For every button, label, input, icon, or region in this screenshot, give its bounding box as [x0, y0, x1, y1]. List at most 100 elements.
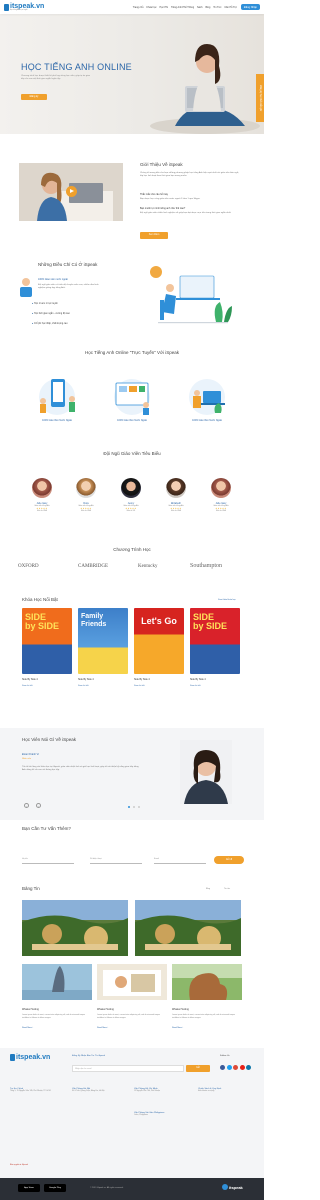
footer-bottom-logo: itspeak [222, 1184, 243, 1190]
online-class-illustration [150, 266, 232, 324]
menu-item[interactable]: Blog [206, 6, 211, 9]
made-by-text: Bản quyền ♥ iSpeak [10, 1164, 28, 1166]
intro-title: Giới Thiệu Về iSpeak [140, 162, 183, 167]
course-detail-link[interactable]: Xem chi tiết [134, 685, 144, 687]
hero-woman-laptop-image [150, 44, 260, 134]
phone-input[interactable]: Số điện thoại [90, 858, 142, 864]
course-book-cover[interactable]: SIDE by SIDE [22, 608, 72, 674]
read-more-link[interactable]: Read More › [22, 1027, 33, 1029]
courses-more-link[interactable]: Xem thêm khóa học [218, 599, 236, 601]
blog-post-title[interactable]: Whales Hunting [97, 1008, 114, 1011]
brand-tagline: Học tiếng Anh trực tuyến [10, 10, 28, 11]
footer-col: Văn Phòng Hồ Chí Minh 15 Nguyễn Văn Trỗi… [134, 1088, 180, 1093]
news-tab-news[interactable]: Tin tức [224, 888, 230, 890]
kentucky-logo: Kentucky [138, 564, 158, 569]
intro-more-button[interactable]: Xem thêm [140, 232, 168, 239]
news-featured-image[interactable] [22, 900, 128, 956]
course-book-cover[interactable]: Family Friends [78, 608, 128, 674]
footer-col: Văn Phòng Hà Nội Số 9 Trần Quang Diệu, Đ… [72, 1088, 118, 1093]
course-book-cover[interactable]: Let's Go [134, 608, 184, 674]
blog-post-image[interactable] [22, 964, 92, 1000]
teacher-card[interactable]: Julie Gary Giáo viên tiếng Anh ★★★★★ Đến… [26, 478, 58, 512]
teacher-card[interactable]: Julie Gary Giáo viên tiếng Anh ★★★★★ Đến… [205, 478, 237, 512]
menu-item[interactable]: Tin Tức [213, 6, 221, 9]
next-arrow-icon[interactable]: › [36, 803, 41, 808]
copyright-text: © 2019 iSpeak.vn. All rights reserved. [90, 1187, 124, 1189]
menu-item[interactable]: Học Phí [160, 6, 169, 9]
blog-post-title[interactable]: Whales Hunting [22, 1008, 39, 1011]
play-icon[interactable] [66, 186, 77, 197]
prev-arrow-icon[interactable]: ‹ [24, 803, 29, 808]
teacher-country: Đến từ USA [171, 510, 181, 512]
verified-badge-icon [222, 1184, 228, 1190]
subscribe-email-input[interactable]: Nhập địa chỉ email [72, 1065, 184, 1072]
course-detail-link[interactable]: Xem chi tiết [78, 685, 88, 687]
menu-item[interactable]: Cần Hỗ Trợ [224, 6, 236, 9]
carousel-dot[interactable] [128, 806, 130, 808]
name-input[interactable]: Họ tên [22, 858, 74, 864]
programs-title: Chương Trình Học [113, 547, 151, 552]
course-name[interactable]: Side By Side 4 [134, 678, 150, 681]
news-title: Bảng Tin [22, 886, 40, 891]
teacher-country: Đến từ USA [37, 510, 47, 512]
cambridge-logo: CAMBRIDGE [78, 564, 109, 569]
feature-item: 100% Giáo viên nước ngoài [38, 278, 68, 281]
hero-text: Chương trình học được thiết kế phù hợp t… [21, 75, 91, 80]
email-input[interactable]: Email [154, 858, 206, 864]
course-detail-link[interactable]: Xem chi tiết [190, 685, 200, 687]
video-call-illustration [114, 379, 150, 415]
menu-item[interactable]: Khóa học [146, 6, 156, 9]
blog-post-image[interactable] [172, 964, 242, 1000]
footer-col-text: Tầng 5, 15 Nguyễn Văn Trỗi, Phú Nhuận, T… [10, 1090, 51, 1092]
read-more-link[interactable]: Read More › [172, 1027, 183, 1029]
linkedin-icon[interactable] [246, 1065, 251, 1070]
teacher-country: Đến từ USA [81, 510, 91, 512]
blog-post-title[interactable]: Whales Hunting [172, 1008, 189, 1011]
read-more-link[interactable]: Read More › [97, 1027, 108, 1029]
mobile-learning-illustration [39, 379, 75, 415]
online-card-label: 100% Giáo Viên Nước Ngoài [117, 420, 147, 422]
brand-suffix: .vn [40, 1054, 51, 1061]
teacher-card[interactable]: Elizabeth Giáo viên tiếng Anh ★★★★★ Đến … [160, 478, 192, 512]
free-trial-side-tab[interactable]: Đăng ký học thử miễn phí [256, 74, 264, 122]
app-store-badge[interactable]: App Store [18, 1184, 40, 1192]
brand-logo[interactable]: itspeak.vn Học tiếng Anh trực tuyến [4, 3, 44, 11]
news-featured-image[interactable] [135, 900, 241, 956]
footer-logo[interactable]: itspeak.vn [10, 1054, 50, 1061]
footer-col-text: Cebu, Philippines [134, 1114, 148, 1116]
teacher-avatar [121, 478, 141, 498]
course-detail-link[interactable]: Xem chi tiết [22, 685, 32, 687]
twitter-icon[interactable] [226, 1065, 232, 1070]
online-card-label: 100% Giáo Viên Nước Ngoài [42, 420, 72, 422]
login-button[interactable]: Đăng Nhập [240, 4, 260, 10]
testimonial-quote: Tôi rất hài lòng với khóa học tại iSpeak… [22, 766, 139, 771]
teacher-card[interactable]: Dora Giáo viên tiếng Anh ★★★★★ Đến từ US… [70, 478, 102, 512]
teacher-card[interactable]: Jenny Giáo viên tiếng Anh ★★★★★ Đến từ U… [115, 478, 147, 512]
consult-submit-button[interactable]: Gửi đi [214, 856, 244, 864]
course-book-cover[interactable]: SIDE by SIDE [190, 608, 240, 674]
youtube-icon[interactable] [239, 1065, 245, 1070]
hero-register-button[interactable]: Đăng ký [21, 94, 47, 100]
logo-icon [10, 1054, 15, 1061]
course-name[interactable]: Side By Side 4 [78, 678, 94, 681]
blog-post-excerpt: Lorem ipsum dolor sit amet, consectetur … [22, 1014, 86, 1019]
menu-item[interactable]: Sách [197, 6, 202, 9]
course-name[interactable]: Side By Side 4 [22, 678, 38, 681]
carousel-dot[interactable] [138, 806, 140, 808]
facebook-icon[interactable] [220, 1065, 225, 1070]
google-play-badge[interactable]: Google Play [44, 1184, 66, 1192]
courses-title: Khóa Học Nổi Bật [22, 597, 58, 602]
course-name[interactable]: Side By Side 4 [190, 678, 206, 681]
intro-video[interactable] [19, 163, 123, 221]
teacher-country: Đến từ UK [126, 510, 136, 512]
google-plus-icon[interactable] [233, 1065, 238, 1070]
footer-col-text[interactable]: Điều khoản sử dụng [198, 1090, 254, 1093]
subscribe-button[interactable]: Gửi [186, 1065, 210, 1072]
blog-post-image[interactable] [97, 964, 167, 1000]
teacher-country: Đến từ USA [216, 510, 226, 512]
menu-item[interactable]: Trang chủ [133, 6, 144, 9]
carousel-dot[interactable] [133, 806, 135, 808]
menu-item[interactable]: Tiếng Anh Phổ Thông [171, 6, 194, 9]
news-tab-blog[interactable]: Blog [206, 888, 210, 890]
subscribe-title: Đăng Ký Nhận Bản Tin Từ iSpeak [72, 1055, 105, 1057]
